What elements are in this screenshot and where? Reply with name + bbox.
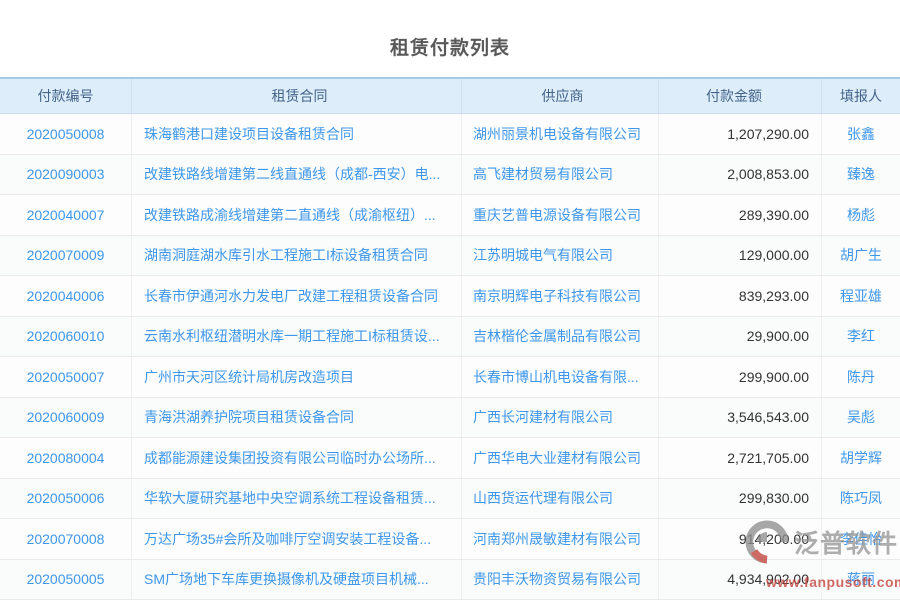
contract-link[interactable]: SM广场地下车库更换摄像机及硬盘项目机械... [132, 560, 462, 600]
table-row: 2020040006 长春市伊通河水力发电厂改建工程租赁设备合同 南京明辉电子科… [0, 276, 900, 317]
supplier-cell: 长春市博山机电设备有限... [462, 357, 659, 397]
contract-link[interactable]: 广州市天河区统计局机房改造项目 [132, 357, 462, 397]
payment-no-link[interactable]: 2020090003 [0, 155, 132, 195]
filler-cell: 杨彪 [822, 195, 900, 235]
contract-link[interactable]: 云南水利枢纽潜明水库一期工程施工I标租赁设... [132, 317, 462, 357]
payment-no-link[interactable]: 2020060009 [0, 398, 132, 438]
table-row: 2020050005 SM广场地下车库更换摄像机及硬盘项目机械... 贵阳丰沃物… [0, 560, 900, 600]
amount-cell: 3,546,543.00 [659, 398, 822, 438]
column-header-amount: 付款金额 [659, 79, 822, 113]
amount-cell: 914,200.00 [659, 519, 822, 559]
amount-cell: 29,900.00 [659, 317, 822, 357]
amount-cell: 2,008,853.00 [659, 155, 822, 195]
amount-cell: 839,293.00 [659, 276, 822, 316]
filler-cell: 李佳怡 [822, 519, 900, 559]
table-row: 2020050008 珠海鹤港口建设项目设备租赁合同 湖州丽景机电设备有限公司 … [0, 114, 900, 155]
supplier-cell: 重庆艺普电源设备有限公司 [462, 195, 659, 235]
column-header-payment-no: 付款编号 [0, 79, 132, 113]
table-row: 2020040007 改建铁路成渝线增建第二直通线（成渝枢纽）... 重庆艺普电… [0, 195, 900, 236]
contract-link[interactable]: 改建铁路成渝线增建第二直通线（成渝枢纽）... [132, 195, 462, 235]
table-row: 2020050007 广州市天河区统计局机房改造项目 长春市博山机电设备有限..… [0, 357, 900, 398]
supplier-cell: 南京明辉电子科技有限公司 [462, 276, 659, 316]
payment-no-link[interactable]: 2020060010 [0, 317, 132, 357]
table-row: 2020080004 成都能源建设集团投资有限公司临时办公场所... 广西华电大… [0, 438, 900, 479]
filler-cell: 蒋丽 [822, 560, 900, 600]
page-title: 租赁付款列表 [0, 0, 900, 77]
filler-cell: 胡学辉 [822, 438, 900, 478]
table-body: 2020050008 珠海鹤港口建设项目设备租赁合同 湖州丽景机电设备有限公司 … [0, 114, 900, 600]
amount-cell: 129,000.00 [659, 236, 822, 276]
filler-cell: 程亚雄 [822, 276, 900, 316]
contract-link[interactable]: 成都能源建设集团投资有限公司临时办公场所... [132, 438, 462, 478]
payment-no-link[interactable]: 2020050006 [0, 479, 132, 519]
table-row: 2020070008 万达广场35#会所及咖啡厅空调安装工程设备... 河南郑州… [0, 519, 900, 560]
column-header-contract: 租赁合同 [132, 79, 462, 113]
rental-payment-table: 付款编号 租赁合同 供应商 付款金额 填报人 2020050008 珠海鹤港口建… [0, 77, 900, 600]
payment-no-link[interactable]: 2020050005 [0, 560, 132, 600]
amount-cell: 299,830.00 [659, 479, 822, 519]
table-row: 2020060009 青海洪湖养护院项目租赁设备合同 广西长河建材有限公司 3,… [0, 398, 900, 439]
payment-no-link[interactable]: 2020070009 [0, 236, 132, 276]
amount-cell: 289,390.00 [659, 195, 822, 235]
table-row: 2020060010 云南水利枢纽潜明水库一期工程施工I标租赁设... 吉林楷伦… [0, 317, 900, 358]
payment-no-link[interactable]: 2020050007 [0, 357, 132, 397]
filler-cell: 陈巧凤 [822, 479, 900, 519]
filler-cell: 张鑫 [822, 114, 900, 154]
supplier-cell: 贵阳丰沃物资贸易有限公司 [462, 560, 659, 600]
table-header-row: 付款编号 租赁合同 供应商 付款金额 填报人 [0, 77, 900, 114]
supplier-cell: 吉林楷伦金属制品有限公司 [462, 317, 659, 357]
contract-link[interactable]: 改建铁路线增建第二线直通线（成都-西安）电... [132, 155, 462, 195]
supplier-cell: 江苏明城电气有限公司 [462, 236, 659, 276]
table-row: 2020090003 改建铁路线增建第二线直通线（成都-西安）电... 高飞建材… [0, 155, 900, 196]
payment-no-link[interactable]: 2020040006 [0, 276, 132, 316]
supplier-cell: 山西货运代理有限公司 [462, 479, 659, 519]
table-row: 2020070009 湖南洞庭湖水库引水工程施工I标设备租赁合同 江苏明城电气有… [0, 236, 900, 277]
filler-cell: 胡广生 [822, 236, 900, 276]
table-row: 2020050006 华软大厦研究基地中央空调系统工程设备租赁... 山西货运代… [0, 479, 900, 520]
payment-no-link[interactable]: 2020040007 [0, 195, 132, 235]
filler-cell: 李红 [822, 317, 900, 357]
column-header-filler: 填报人 [822, 79, 900, 113]
supplier-cell: 广西华电大业建材有限公司 [462, 438, 659, 478]
contract-link[interactable]: 珠海鹤港口建设项目设备租赁合同 [132, 114, 462, 154]
supplier-cell: 高飞建材贸易有限公司 [462, 155, 659, 195]
column-header-supplier: 供应商 [462, 79, 659, 113]
contract-link[interactable]: 长春市伊通河水力发电厂改建工程租赁设备合同 [132, 276, 462, 316]
supplier-cell: 广西长河建材有限公司 [462, 398, 659, 438]
contract-link[interactable]: 湖南洞庭湖水库引水工程施工I标设备租赁合同 [132, 236, 462, 276]
amount-cell: 4,934,902.00 [659, 560, 822, 600]
supplier-cell: 河南郑州晟敏建材有限公司 [462, 519, 659, 559]
filler-cell: 吴彪 [822, 398, 900, 438]
filler-cell: 陈丹 [822, 357, 900, 397]
payment-no-link[interactable]: 2020070008 [0, 519, 132, 559]
payment-no-link[interactable]: 2020050008 [0, 114, 132, 154]
contract-link[interactable]: 青海洪湖养护院项目租赁设备合同 [132, 398, 462, 438]
contract-link[interactable]: 华软大厦研究基地中央空调系统工程设备租赁... [132, 479, 462, 519]
amount-cell: 299,900.00 [659, 357, 822, 397]
supplier-cell: 湖州丽景机电设备有限公司 [462, 114, 659, 154]
filler-cell: 臻逸 [822, 155, 900, 195]
amount-cell: 2,721,705.00 [659, 438, 822, 478]
payment-no-link[interactable]: 2020080004 [0, 438, 132, 478]
contract-link[interactable]: 万达广场35#会所及咖啡厅空调安装工程设备... [132, 519, 462, 559]
amount-cell: 1,207,290.00 [659, 114, 822, 154]
